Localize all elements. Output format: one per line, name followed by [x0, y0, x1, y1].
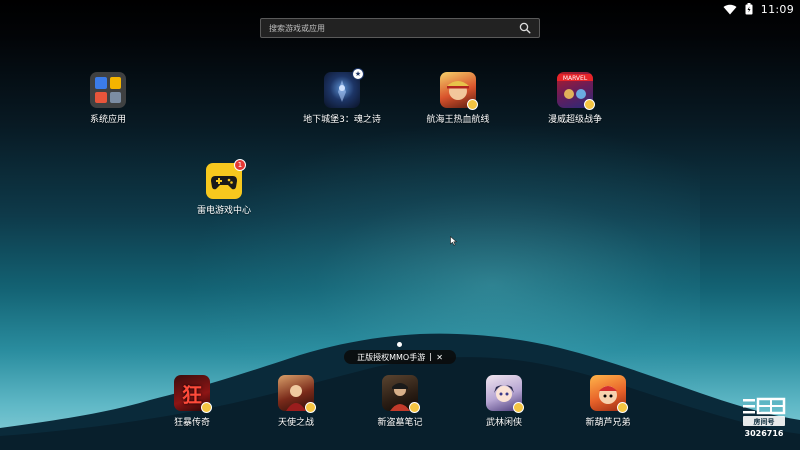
dock-app-new-tomb-notes[interactable]: 新盗墓笔记 [350, 375, 450, 428]
gift-badge-icon [201, 402, 212, 413]
promo-text: 正版授权MMO手游 [357, 352, 426, 362]
app-label: 地下城堡3：魂之诗 [303, 115, 381, 125]
folder-icon [90, 72, 126, 108]
app-leidian-game-center[interactable]: 1 雷电游戏中心 [174, 159, 274, 216]
cursor-icon [450, 236, 458, 246]
search-icon[interactable] [519, 22, 531, 34]
promo-divider [430, 353, 432, 361]
app-label: 航海王热血航线 [426, 115, 490, 125]
platform-logo-icon: 房间号 [743, 397, 786, 426]
gift-badge-icon [467, 99, 478, 110]
page-indicator-dot[interactable] [397, 342, 402, 347]
status-bar: 11:09 [723, 0, 800, 18]
status-clock: 11:09 [760, 2, 794, 16]
app-label: 新葫芦兄弟 [585, 418, 631, 428]
dock-app-wulin-xianxia[interactable]: 武林闲侠 [454, 375, 554, 428]
app-label: 武林闲侠 [485, 418, 522, 428]
app-label: 系统应用 [89, 115, 126, 125]
promo-banner[interactable]: 正版授权MMO手游 ✕ [344, 350, 456, 364]
app-one-piece[interactable]: 航海王热血航线 [408, 72, 508, 125]
dock-app-angel-war[interactable]: 天使之战 [246, 375, 346, 428]
search-bar[interactable] [260, 18, 540, 38]
gift-badge-icon [305, 402, 316, 413]
dock-app-new-calabash-brothers[interactable]: 新葫芦兄弟 [558, 375, 658, 428]
gift-badge-icon [584, 99, 595, 110]
watermark-logo-text: 房间号 [754, 417, 775, 426]
app-label: 雷电游戏中心 [196, 206, 251, 216]
app-label: 漫威超级战争 [547, 115, 602, 125]
search-input[interactable] [269, 23, 519, 33]
gift-badge-icon [513, 402, 524, 413]
app-marvel-super-war[interactable]: MARVEL 漫威超级战争 [525, 72, 625, 125]
dock-app-kuangbao-chuanqi[interactable]: 狂 狂暴传奇 [142, 375, 242, 428]
app-label: 天使之战 [277, 418, 314, 428]
gift-badge-icon [409, 402, 420, 413]
battery-icon [745, 3, 753, 15]
room-number: 3026716 [744, 429, 784, 438]
app-system-apps[interactable]: 系统应用 [58, 72, 158, 125]
app-label: 新盗墓笔记 [377, 418, 423, 428]
notification-badge: 1 [234, 159, 246, 171]
svg-text:MARVEL: MARVEL [563, 75, 588, 82]
wifi-icon [723, 4, 737, 14]
game-icon-glyph: 狂 [182, 382, 202, 407]
stream-watermark: 房间号 3026716 [740, 397, 788, 438]
star-badge-icon: ★ [352, 68, 364, 80]
app-label: 狂暴传奇 [173, 418, 210, 428]
gift-badge-icon [617, 402, 628, 413]
close-icon[interactable]: ✕ [436, 353, 443, 362]
app-dungeon-castle-3[interactable]: ★ 地下城堡3：魂之诗 [292, 68, 392, 125]
